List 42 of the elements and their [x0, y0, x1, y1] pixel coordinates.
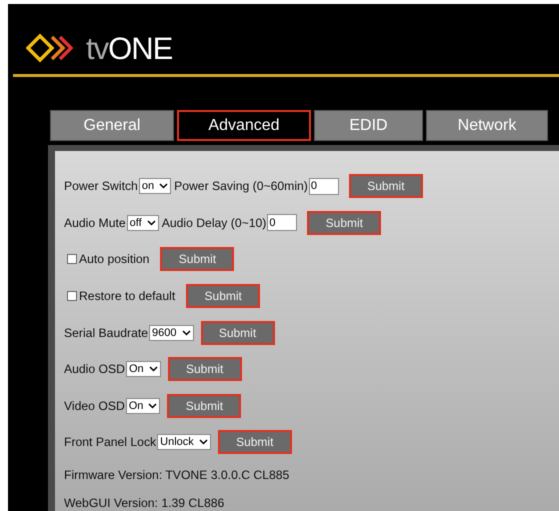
checkbox-label[interactable]: Auto position [79, 252, 150, 266]
caret-icon [182, 330, 190, 336]
tab[interactable]: Advanced [177, 110, 311, 141]
tab[interactable]: General [50, 110, 174, 141]
caret-icon [148, 402, 158, 409]
dropdown[interactable]: on [138, 178, 172, 194]
field-label: Audio Mute [64, 216, 126, 230]
tab[interactable]: Network [426, 110, 548, 141]
dropdown[interactable]: On [126, 398, 160, 414]
tab[interactable]: EDID [314, 110, 423, 141]
field-label: Audio OSD [64, 362, 125, 376]
field-label: Firmware Version: TVONE 3.0.0.C CL885 [64, 468, 290, 482]
field-label: Serial Baudrate [64, 326, 148, 340]
checkbox[interactable] [67, 254, 77, 264]
field-label: Video OSD [64, 398, 125, 413]
logo-icon [26, 33, 76, 63]
checkbox[interactable] [67, 291, 77, 302]
field-label: WebGUI Version: 1.39 CL886 [64, 496, 224, 510]
field-label: Front Panel Lock [64, 435, 156, 450]
caret-icon [148, 366, 158, 372]
field-label: Power Switch [64, 179, 138, 194]
dropdown[interactable]: On [126, 361, 161, 378]
checkbox-label[interactable]: Restore to default [79, 289, 176, 304]
caret-icon [146, 220, 156, 226]
submit-button[interactable]: Submit [218, 430, 292, 454]
submit-button[interactable]: Submit [160, 247, 234, 272]
submit-button[interactable]: Submit [348, 174, 423, 198]
number-field[interactable]: 0 [267, 214, 298, 232]
dropdown[interactable]: Unlock [157, 434, 211, 450]
submit-button[interactable]: Submit [200, 320, 274, 345]
field-label: Audio Delay (0~10) [162, 216, 266, 230]
submit-button[interactable]: Submit [186, 284, 260, 308]
number-field[interactable]: 0 [308, 178, 339, 195]
submit-button[interactable]: Submit [307, 210, 382, 235]
submit-button[interactable]: Submit [168, 357, 242, 382]
logo-text: tvONE [86, 32, 172, 64]
submit-button[interactable]: Submit [167, 394, 242, 418]
dropdown[interactable]: off [126, 214, 159, 231]
dropdown[interactable]: 9600 [149, 324, 194, 341]
caret-icon [198, 439, 208, 446]
field-label: Power Saving (0~60min) [174, 179, 308, 194]
caret-icon [159, 183, 168, 190]
